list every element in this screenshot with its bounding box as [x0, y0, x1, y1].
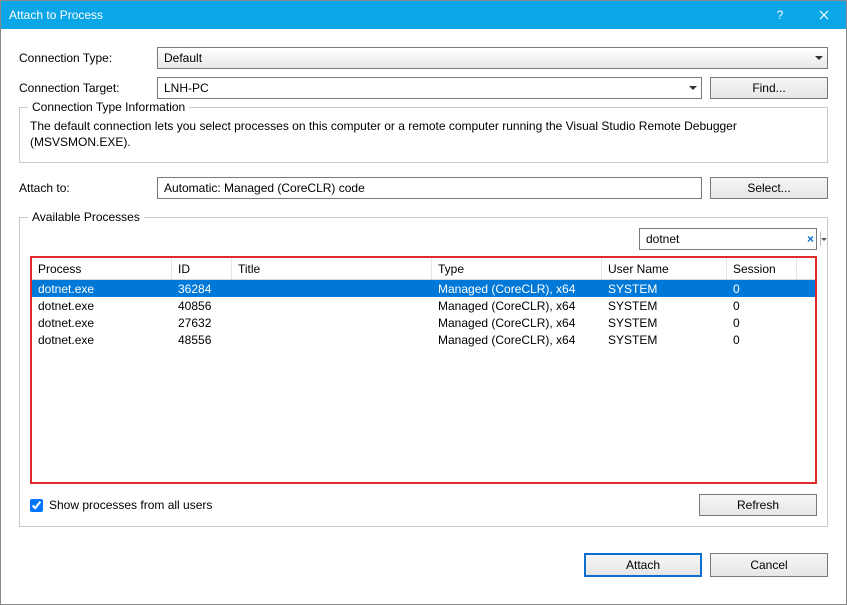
col-session[interactable]: Session: [727, 258, 797, 279]
window-title: Attach to Process: [9, 8, 758, 22]
connection-type-info-title: Connection Type Information: [28, 100, 189, 114]
table-row[interactable]: dotnet.exe40856 Managed (CoreCLR), x64SYS…: [32, 297, 815, 314]
connection-type-combo[interactable]: Default: [157, 47, 828, 69]
cancel-button-label: Cancel: [750, 558, 787, 572]
cell-session: 0: [727, 333, 797, 347]
available-processes-title: Available Processes: [28, 210, 144, 224]
titlebar: Attach to Process ?: [1, 1, 846, 29]
cell-process: dotnet.exe: [32, 282, 172, 296]
chevron-down-icon: [815, 56, 823, 60]
connection-target-value: LNH-PC: [164, 81, 209, 95]
cell-session: 0: [727, 316, 797, 330]
cell-type: Managed (CoreCLR), x64: [432, 282, 602, 296]
filter-dropdown-icon[interactable]: [820, 232, 827, 246]
cell-type: Managed (CoreCLR), x64: [432, 299, 602, 313]
attach-button-label: Attach: [626, 558, 660, 572]
find-button-label: Find...: [752, 81, 785, 95]
cell-type: Managed (CoreCLR), x64: [432, 333, 602, 347]
cell-id: 40856: [172, 299, 232, 313]
close-icon: [819, 10, 829, 20]
show-all-users-row[interactable]: Show processes from all users: [30, 498, 212, 512]
cell-process: dotnet.exe: [32, 299, 172, 313]
refresh-button[interactable]: Refresh: [699, 494, 817, 516]
cell-id: 48556: [172, 333, 232, 347]
process-table: Process ID Title Type User Name Session …: [30, 256, 817, 484]
refresh-button-label: Refresh: [737, 498, 779, 512]
col-id[interactable]: ID: [172, 258, 232, 279]
col-type[interactable]: Type: [432, 258, 602, 279]
clear-filter-icon[interactable]: ×: [805, 232, 816, 246]
cell-process: dotnet.exe: [32, 333, 172, 347]
close-button[interactable]: [802, 1, 846, 29]
cell-user: SYSTEM: [602, 333, 727, 347]
col-title[interactable]: Title: [232, 258, 432, 279]
attach-to-label: Attach to:: [19, 181, 157, 195]
table-row[interactable]: dotnet.exe27632 Managed (CoreCLR), x64SYS…: [32, 314, 815, 331]
cell-user: SYSTEM: [602, 299, 727, 313]
cell-process: dotnet.exe: [32, 316, 172, 330]
cell-id: 36284: [172, 282, 232, 296]
attach-to-value: Automatic: Managed (CoreCLR) code: [164, 181, 365, 195]
show-all-users-label: Show processes from all users: [49, 498, 212, 512]
attach-button[interactable]: Attach: [584, 553, 702, 577]
table-row[interactable]: dotnet.exe36284 Managed (CoreCLR), x64SYS…: [32, 280, 815, 297]
dialog-footer: Attach Cancel: [1, 539, 846, 591]
connection-type-label: Connection Type:: [19, 51, 157, 65]
attach-to-field: Automatic: Managed (CoreCLR) code: [157, 177, 702, 199]
cell-type: Managed (CoreCLR), x64: [432, 316, 602, 330]
col-process[interactable]: Process: [32, 258, 172, 279]
table-row[interactable]: dotnet.exe48556 Managed (CoreCLR), x64SYS…: [32, 331, 815, 348]
table-header: Process ID Title Type User Name Session: [32, 258, 815, 280]
connection-type-info-group: Connection Type Information The default …: [19, 107, 828, 163]
show-all-users-checkbox[interactable]: [30, 499, 43, 512]
dialog-body: Connection Type: Default Connection Targ…: [1, 29, 846, 539]
connection-type-value: Default: [164, 51, 202, 65]
help-icon: ?: [777, 8, 784, 22]
cell-user: SYSTEM: [602, 282, 727, 296]
available-processes-group: Available Processes × Process ID Title T…: [19, 217, 828, 527]
connection-type-info-text: The default connection lets you select p…: [30, 118, 817, 150]
cell-session: 0: [727, 299, 797, 313]
chevron-down-icon: [689, 86, 697, 90]
find-button[interactable]: Find...: [710, 77, 828, 99]
filter-input[interactable]: [646, 232, 801, 246]
col-user[interactable]: User Name: [602, 258, 727, 279]
filter-box[interactable]: ×: [639, 228, 817, 250]
cell-id: 27632: [172, 316, 232, 330]
connection-target-label: Connection Target:: [19, 81, 157, 95]
select-button-label: Select...: [747, 181, 790, 195]
cell-user: SYSTEM: [602, 316, 727, 330]
help-button[interactable]: ?: [758, 1, 802, 29]
cancel-button[interactable]: Cancel: [710, 553, 828, 577]
cell-session: 0: [727, 282, 797, 296]
select-button[interactable]: Select...: [710, 177, 828, 199]
connection-target-combo[interactable]: LNH-PC: [157, 77, 702, 99]
